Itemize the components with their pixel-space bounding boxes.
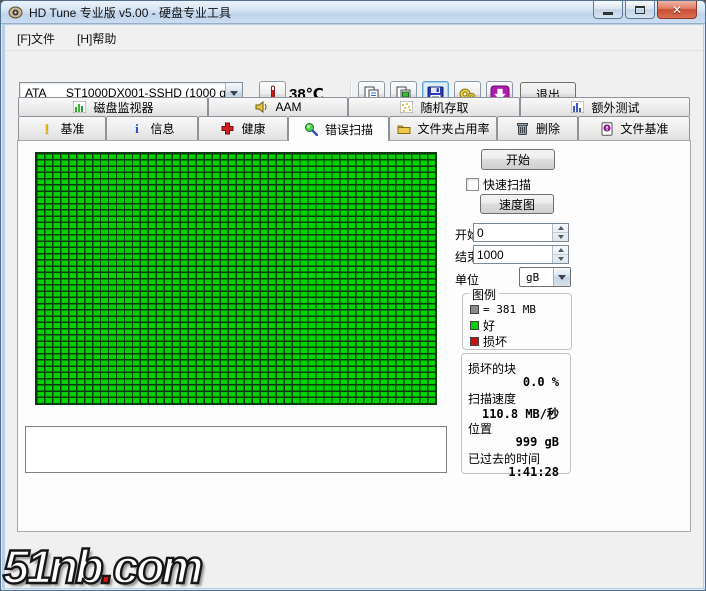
tab-label: 基准 <box>60 122 85 136</box>
trash-icon <box>515 122 530 136</box>
tab-label: 错误扫描 <box>324 122 373 137</box>
position-value: 999 gB <box>515 435 559 449</box>
tab-label: AAM <box>275 100 302 114</box>
scan-grid <box>35 152 437 405</box>
toolbar: ATA ST1000DX001-SSHD (1000 gB 38℃ 退出 <box>5 52 703 108</box>
speed-map-label: 速度图 <box>498 197 535 212</box>
minimize-button[interactable] <box>593 1 623 19</box>
end-spin-down-button[interactable] <box>553 255 568 263</box>
legend-damaged-swatch <box>470 336 479 346</box>
elapsed-time-value: 1:41:28 <box>508 465 559 479</box>
menu-item-help[interactable]: [H]帮助 <box>67 27 126 50</box>
health-cross-icon <box>220 122 235 136</box>
title-bar: HD Tune 专业版 v5.00 - 硬盘专业工具 ✕ <box>1 1 705 24</box>
legend-good-label: 好 <box>483 318 496 333</box>
tab-label: 信息 <box>150 122 175 136</box>
tab-label: 额外测试 <box>591 100 640 115</box>
end-position-value[interactable] <box>474 246 552 263</box>
legend-good-swatch <box>470 320 479 330</box>
start-scan-label: 开始 <box>505 153 530 167</box>
menu-item-file[interactable]: [F]文件 <box>7 27 65 50</box>
position-label: 位置 <box>468 422 493 436</box>
app-window: HD Tune 专业版 v5.00 - 硬盘专业工具 ✕ [F]文件 [H]帮助… <box>0 0 706 591</box>
tab-random-access[interactable]: 随机存取 <box>348 97 520 116</box>
legend-title: 图例 <box>469 286 500 303</box>
quick-scan-label: 快速扫描 <box>483 178 532 192</box>
start-position-value[interactable] <box>474 224 552 241</box>
close-button[interactable]: ✕ <box>657 1 697 19</box>
info-icon: i <box>135 120 139 136</box>
magnifier-icon <box>304 122 319 136</box>
legend-block-swatch <box>470 304 479 314</box>
app-icon <box>8 6 23 18</box>
tab-label: 文件夹占用率 <box>417 122 490 136</box>
elapsed-time-label: 已过去的时间 <box>468 452 541 466</box>
folder-icon <box>396 122 411 136</box>
end-spin-up-button[interactable] <box>553 246 568 255</box>
file-benchmark-icon <box>599 121 614 136</box>
minimize-icon <box>603 11 613 15</box>
scan-speed-label: 扫描速度 <box>468 392 517 406</box>
damaged-blocks-value: 0.0 % <box>522 375 559 389</box>
extra-tests-chart-icon <box>570 100 585 114</box>
watermark: 51nb.com <box>2 539 205 591</box>
start-scan-button[interactable]: 开始 <box>481 149 555 170</box>
damaged-blocks-label: 损坏的块 <box>468 362 517 376</box>
tab-label: 健康 <box>241 122 266 136</box>
tab-label: 磁盘监视器 <box>93 100 154 115</box>
tab-label: 文件基准 <box>620 122 669 136</box>
tab-health[interactable]: 健康 <box>198 116 288 140</box>
unit-chevron-down-icon <box>553 268 570 286</box>
legend-block-size-row: = 381 MB <box>470 302 567 316</box>
legend-group: 图例 = 381 MB 好 损坏 <box>462 286 572 350</box>
maximize-button[interactable] <box>625 1 655 19</box>
disk-monitor-chart-icon <box>72 100 87 114</box>
start-spin-down-button[interactable] <box>553 233 568 241</box>
random-dots-icon <box>399 100 414 114</box>
tab-error-scan[interactable]: 错误扫描 <box>288 116 389 141</box>
tab-erase[interactable]: 删除 <box>497 116 578 140</box>
tab-aam[interactable]: AAM <box>208 97 348 116</box>
menu-bar: [F]文件 [H]帮助 <box>5 27 703 51</box>
benchmark-bulb-icon: ! <box>44 120 50 137</box>
watermark-dot: . <box>99 539 114 591</box>
tab-label: 删除 <box>535 122 560 136</box>
unit-value: gB <box>526 270 540 284</box>
legend-block-size: = 381 MB <box>483 302 536 316</box>
tab-label: 随机存取 <box>420 100 469 115</box>
tab-folder-usage[interactable]: 文件夹占用率 <box>389 116 497 140</box>
stats-group: 损坏的块 0.0 % 扫描速度 110.8 MB/秒 位置 999 gB 已过去… <box>461 353 571 479</box>
tab-benchmark[interactable]: ! 基准 <box>18 116 106 140</box>
window-title: HD Tune 专业版 v5.00 - 硬盘专业工具 <box>29 5 232 20</box>
legend-good-row: 好 <box>470 318 567 333</box>
speed-map-button[interactable]: 速度图 <box>480 194 554 214</box>
legend-damaged-row: 损坏 <box>470 334 567 349</box>
quick-scan-checkbox[interactable] <box>466 178 479 191</box>
error-scan-panel: 开始 快速扫描 速度图 开始 结束 <box>17 140 691 532</box>
watermark-right: com <box>112 539 205 591</box>
damaged-blocks-listbox[interactable] <box>25 426 447 473</box>
tab-file-benchmark[interactable]: 文件基准 <box>578 116 690 140</box>
maximize-icon <box>635 5 645 14</box>
end-position-input[interactable] <box>473 245 569 264</box>
start-spin-up-button[interactable] <box>553 224 568 233</box>
tab-disk-monitor[interactable]: 磁盘监视器 <box>18 97 208 116</box>
tab-info[interactable]: i 信息 <box>106 116 198 140</box>
start-position-input[interactable] <box>473 223 569 242</box>
unit-select[interactable]: gB <box>519 267 571 287</box>
speaker-icon <box>254 100 269 114</box>
legend-damaged-label: 损坏 <box>483 334 508 349</box>
tab-extra-tests[interactable]: 额外测试 <box>520 97 690 116</box>
watermark-left: 51nb <box>2 539 105 591</box>
client-area: [F]文件 [H]帮助 ATA ST1000DX001-SSHD (1000 g… <box>5 25 703 588</box>
close-icon: ✕ <box>671 2 683 17</box>
scan-speed-value: 110.8 MB/秒 <box>481 407 559 421</box>
